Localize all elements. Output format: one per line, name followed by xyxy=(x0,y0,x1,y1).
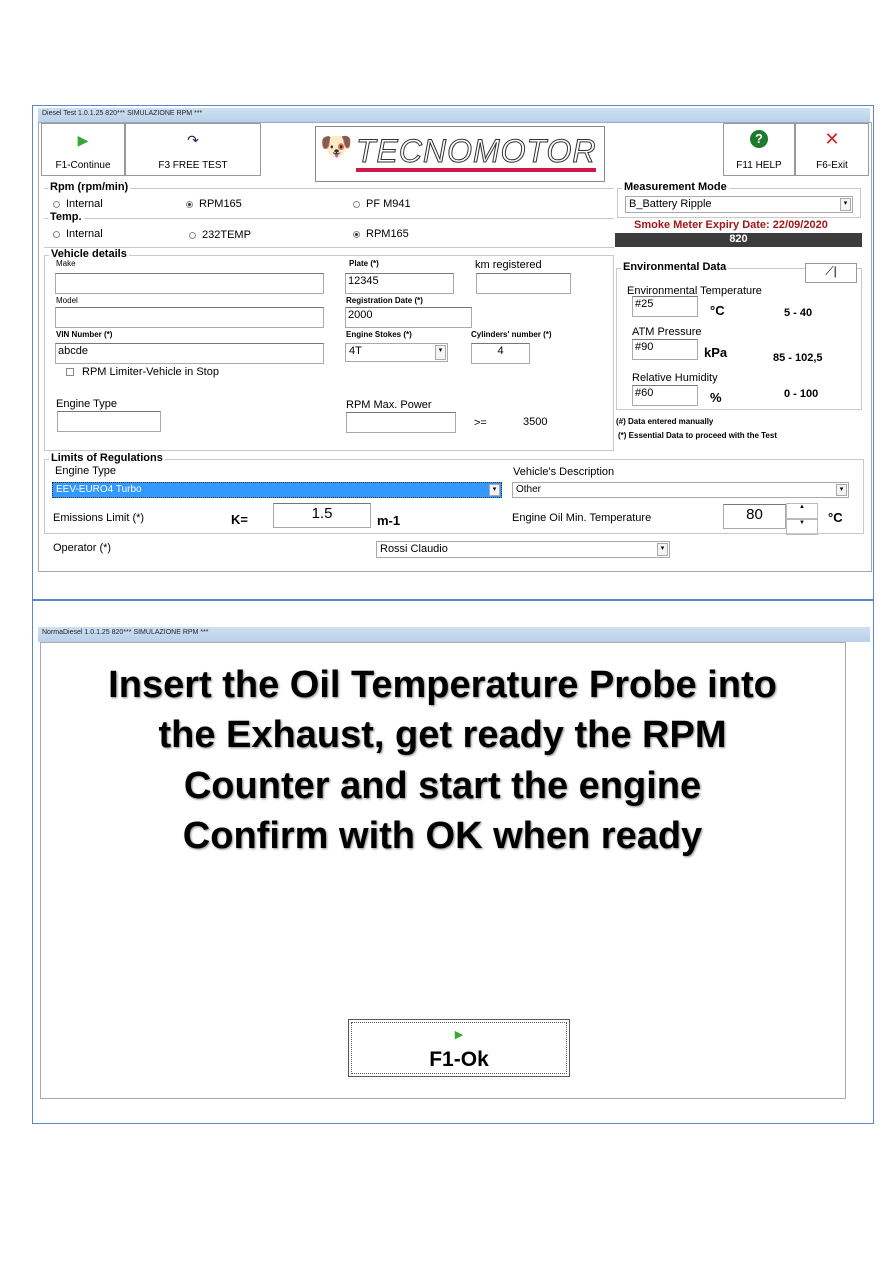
essential-note: (*) Essential Data to proceed with the T… xyxy=(618,431,777,440)
continue-button[interactable]: ▶ F1-Continue xyxy=(41,123,125,176)
gte-label: >= xyxy=(474,417,487,429)
stepper-up-icon[interactable]: ▲ xyxy=(786,503,818,519)
pressure-input[interactable]: #90 xyxy=(632,339,698,360)
stepper-down-icon[interactable]: ▼ xyxy=(786,519,818,535)
limits-title: Limits of Regulations xyxy=(49,452,165,464)
measurement-mode-select[interactable]: B_Battery Ripple ▾ xyxy=(625,196,853,213)
ok-label: F1-Ok xyxy=(429,1048,489,1071)
k-value-input[interactable]: 1.5 xyxy=(273,503,371,528)
temp-internal-radio[interactable]: Internal xyxy=(53,228,103,240)
model-label: Model xyxy=(56,296,78,305)
window-title: Diesel Test 1.0.1.25 820*** SIMULAZIONE … xyxy=(38,108,870,122)
rpm-max-label: RPM Max. Power xyxy=(346,399,432,411)
vehicle-desc-select[interactable]: Other ▾ xyxy=(512,482,849,498)
help-button[interactable]: ? F11 HELP xyxy=(723,123,795,176)
plate-label: Plate (*) xyxy=(349,259,379,268)
emissions-label: Emissions Limit (*) xyxy=(53,512,145,524)
strokes-label: Engine Stokes (*) xyxy=(346,330,412,339)
chevron-down-icon: ▾ xyxy=(489,484,500,496)
temp-232temp-radio[interactable]: 232TEMP xyxy=(189,229,251,241)
exit-button[interactable]: ✕ F6-Exit xyxy=(795,123,869,176)
ok-button[interactable]: ▶ F1-Ok xyxy=(348,1019,570,1077)
operator-label: Operator (*) xyxy=(53,542,112,554)
message-line-4: Confirm with OK when ready xyxy=(182,815,703,857)
redo-arrow-icon: ↷ xyxy=(187,132,199,148)
make-input[interactable] xyxy=(55,273,324,294)
limits-engine-type-select[interactable]: EEV-EURO4 Turbo ▾ xyxy=(52,482,502,498)
chevron-down-icon: ▾ xyxy=(657,543,668,556)
device-code: 820 xyxy=(615,233,862,247)
chevron-down-icon: ▾ xyxy=(840,198,851,211)
env-temp-input[interactable]: #25 xyxy=(632,296,698,317)
k-unit: m-1 xyxy=(377,513,401,528)
continue-label: F1-Continue xyxy=(55,160,111,171)
tecnomotor-logo: 🐶 TECNOMOTOR xyxy=(315,126,605,182)
engine-type-input[interactable] xyxy=(57,411,161,432)
strokes-select[interactable]: 4T ▾ xyxy=(345,343,448,362)
temp-group: Temp. xyxy=(44,211,614,248)
make-label: Make xyxy=(56,259,76,268)
play-icon: ▶ xyxy=(77,132,89,148)
env-temp-range: 5 - 40 xyxy=(784,307,813,319)
env-temp-unit: °C xyxy=(710,303,725,318)
vin-input[interactable]: abcde xyxy=(55,343,324,364)
limits-engine-type-label: Engine Type xyxy=(55,465,116,477)
mascot-icon: 🐶 xyxy=(320,131,353,161)
plate-input[interactable]: 12345 xyxy=(345,273,454,294)
close-icon: ✕ xyxy=(824,129,840,149)
cylinders-input[interactable]: 4 xyxy=(471,343,530,364)
window2-title: NormaDiesel 1.0.1.25 820*** SIMULAZIONE … xyxy=(38,627,870,642)
free-test-label: F3 FREE TEST xyxy=(158,160,228,171)
oil-temp-unit: °C xyxy=(828,510,843,525)
pressure-unit: kPa xyxy=(704,345,728,360)
pressure-label: ATM Pressure xyxy=(632,326,702,338)
rpm-internal-radio[interactable]: Internal xyxy=(53,198,103,210)
rpm-max-input[interactable] xyxy=(346,412,456,433)
reg-date-input[interactable]: 2000 xyxy=(345,307,472,328)
temp-rpm165-radio[interactable]: RPM165 xyxy=(353,228,409,240)
help-icon: ? xyxy=(724,130,794,148)
rpm-min-value: 3500 xyxy=(523,416,548,428)
k-label: K= xyxy=(231,512,248,527)
vin-label: VIN Number (*) xyxy=(56,330,113,339)
humidity-unit: % xyxy=(710,390,722,405)
expiry-date: Smoke Meter Expiry Date: 22/09/2020 xyxy=(634,219,828,231)
oil-temp-input[interactable]: 80 xyxy=(723,504,786,529)
temp-title: Temp. xyxy=(48,211,84,223)
manual-note: (#) Data entered manually xyxy=(616,417,714,426)
rpm-limiter-checkbox[interactable]: RPM Limiter-Vehicle in Stop xyxy=(66,366,219,378)
oil-temp-label: Engine Oil Min. Temperature xyxy=(512,512,652,524)
environment-title: Environmental Data xyxy=(621,261,729,273)
cylinders-label: Cylinders' number (*) xyxy=(471,330,552,339)
message-line-3: Counter and start the engine xyxy=(183,765,702,807)
edit-environment-button[interactable]: ⟋| xyxy=(805,263,857,283)
exit-label: F6-Exit xyxy=(816,160,848,171)
operator-select[interactable]: Rossi Claudio ▾ xyxy=(376,541,670,558)
help-label: F11 HELP xyxy=(736,160,782,171)
rpm-pfm941-radio[interactable]: PF M941 xyxy=(353,198,411,210)
free-test-button[interactable]: ↷ F3 FREE TEST xyxy=(125,123,261,176)
reg-date-label: Registration Date (*) xyxy=(346,296,423,305)
chevron-down-icon: ▾ xyxy=(836,484,847,496)
km-label: km registered xyxy=(475,259,542,271)
rpm-title: Rpm (rpm/min) xyxy=(48,181,131,193)
pencil-icon: ⟋| xyxy=(825,264,837,278)
model-input[interactable] xyxy=(55,307,324,328)
vehicle-desc-label: Vehicle's Description xyxy=(513,466,615,478)
pressure-range: 85 - 102,5 xyxy=(773,352,823,364)
oil-temp-stepper[interactable]: ▲ ▼ xyxy=(786,503,818,535)
humidity-label: Relative Humidity xyxy=(632,372,718,384)
message-line-2: the Exhaust, get ready the RPM xyxy=(158,714,727,756)
chevron-down-icon: ▾ xyxy=(435,345,446,360)
humidity-range: 0 - 100 xyxy=(784,388,819,400)
engine-type-label: Engine Type xyxy=(56,398,117,410)
play-icon: ▶ xyxy=(454,1029,464,1041)
message-line-1: Insert the Oil Temperature Probe into xyxy=(108,664,777,706)
humidity-input[interactable]: #60 xyxy=(632,385,698,406)
km-input[interactable] xyxy=(476,273,571,294)
rpm-group: Rpm (rpm/min) xyxy=(44,181,614,212)
measurement-title: Measurement Mode xyxy=(622,181,729,193)
rpm-rpm165-radio[interactable]: RPM165 xyxy=(186,198,242,210)
